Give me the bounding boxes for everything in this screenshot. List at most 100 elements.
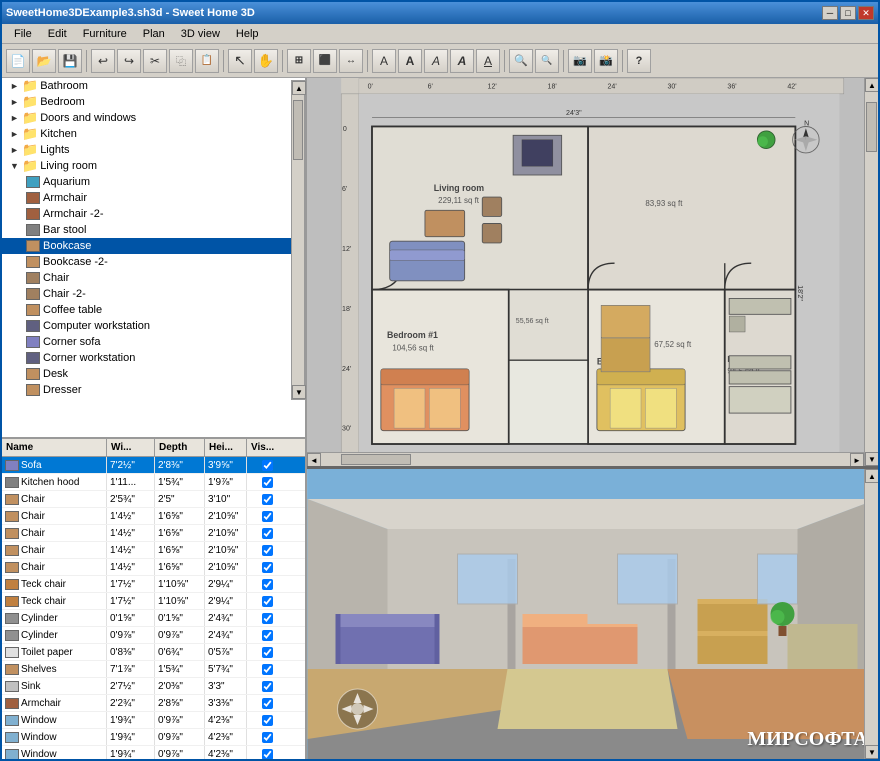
menu-help[interactable]: Help [228,26,267,42]
tree-item-desk[interactable]: Desk [2,366,305,382]
hscroll-right[interactable]: ► [850,453,864,467]
list-row[interactable]: Chair 1'4½" 1'6⅝" 2'10⅝" [2,542,305,559]
floorplan-hscrollbar[interactable]: ◄ ► [307,452,864,466]
visibility-checkbox[interactable] [262,511,273,522]
tree-scroll-thumb[interactable] [293,100,303,160]
pan-tool[interactable]: ✋ [254,49,278,73]
list-row[interactable]: Armchair 2'2¾" 2'8⅝" 3'3⅜" [2,695,305,712]
room-tool[interactable]: ⬛ [313,49,337,73]
list-row[interactable]: Shelves 7'1⅞" 1'5¾" 5'7¾" [2,661,305,678]
tree-item-chair[interactable]: Chair [2,270,305,286]
list-row[interactable]: Toilet paper 0'8⅜" 0'6¾" 0'5⅞" [2,644,305,661]
cell-visible[interactable] [247,610,287,626]
tree-item-cornersofa[interactable]: Corner sofa [2,334,305,350]
v3d-scroll-down[interactable]: ▼ [865,745,878,759]
floorplan-vscrollbar[interactable]: ▲ ▼ [864,78,878,466]
tree-item-bookcase[interactable]: Bookcase [2,238,305,254]
save-button[interactable]: 💾 [58,49,82,73]
help-button[interactable]: ? [627,49,651,73]
text-italic[interactable]: A [424,49,448,73]
hscroll-thumb[interactable] [341,454,411,465]
tree-item-bathroom[interactable]: ►📁Bathroom [2,78,305,94]
minimize-button[interactable]: ─ [822,6,838,20]
cell-visible[interactable] [247,712,287,728]
cell-visible[interactable] [247,474,287,490]
close-button[interactable]: ✕ [858,6,874,20]
list-body[interactable]: Sofa 7'2½" 2'8⅜" 3'9⅝" Kitchen hood 1'11… [2,457,305,759]
vscroll-down[interactable]: ▼ [865,452,878,466]
camera2-button[interactable]: 📸 [594,49,618,73]
vscroll-up[interactable]: ▲ [865,78,878,92]
tree-item-bookcase2[interactable]: Bookcase -2- [2,254,305,270]
tree-scroll-up[interactable]: ▲ [292,81,306,95]
visibility-checkbox[interactable] [262,681,273,692]
hscroll-left[interactable]: ◄ [307,453,321,467]
list-row[interactable]: Cylinder 0'1⅝" 0'1⅝" 2'4¾" [2,610,305,627]
maximize-button[interactable]: □ [840,6,856,20]
tree-item-lights[interactable]: ►📁Lights [2,142,305,158]
list-row[interactable]: Teck chair 1'7½" 1'10⅝" 2'9¼" [2,593,305,610]
tree-item-livingroom[interactable]: ▼📁Living room [2,158,305,174]
cut-button[interactable]: ✂ [143,49,167,73]
visibility-checkbox[interactable] [262,477,273,488]
cell-visible[interactable] [247,542,287,558]
col-depth[interactable]: Depth [155,439,205,456]
paste-button[interactable]: 📋 [195,49,219,73]
tree-scroll-down[interactable]: ▼ [292,385,306,399]
visibility-checkbox[interactable] [262,715,273,726]
zoom-out-button[interactable]: 🔍 [535,49,559,73]
furniture-tree[interactable]: ►📁Bathroom►📁Bedroom►📁Doors and windows►📁… [2,78,305,439]
visibility-checkbox[interactable] [262,732,273,743]
col-name[interactable]: Name [2,439,107,456]
visibility-checkbox[interactable] [262,562,273,573]
list-row[interactable]: Teck chair 1'7½" 1'10⅝" 2'9¼" [2,576,305,593]
list-row[interactable]: Cylinder 0'9⅞" 0'9⅞" 2'4¾" [2,627,305,644]
text-bold-italic[interactable]: A [450,49,474,73]
menu-3dview[interactable]: 3D view [173,26,228,42]
tree-item-cornerworkstation[interactable]: Corner workstation [2,350,305,366]
redo-button[interactable]: ↪ [117,49,141,73]
visibility-checkbox[interactable] [262,698,273,709]
visibility-checkbox[interactable] [262,528,273,539]
select-tool[interactable]: ↖ [228,49,252,73]
cell-visible[interactable] [247,491,287,507]
dimension-tool[interactable]: ↔ [339,49,363,73]
cell-visible[interactable] [247,559,287,575]
list-row[interactable]: Chair 1'4½" 1'6⅝" 2'10⅝" [2,559,305,576]
cell-visible[interactable] [247,508,287,524]
text-bold[interactable]: A [398,49,422,73]
zoom-in-button[interactable]: 🔍 [509,49,533,73]
cell-visible[interactable] [247,695,287,711]
col-height[interactable]: Hei... [205,439,247,456]
tree-item-coffeetable[interactable]: Coffee table [2,302,305,318]
tree-vscrollbar[interactable]: ▲ ▼ [291,80,305,400]
text-underline[interactable]: A [476,49,500,73]
undo-button[interactable]: ↩ [91,49,115,73]
cell-visible[interactable] [247,593,287,609]
cell-visible[interactable] [247,661,287,677]
menu-file[interactable]: File [6,26,40,42]
v3d-scroll-up[interactable]: ▲ [865,469,878,483]
cell-visible[interactable] [247,525,287,541]
visibility-checkbox[interactable] [262,579,273,590]
cell-visible[interactable] [247,644,287,660]
tree-item-dresser[interactable]: Dresser [2,382,305,398]
visibility-checkbox[interactable] [262,545,273,556]
visibility-checkbox[interactable] [262,647,273,658]
tree-item-armchair2[interactable]: Armchair -2- [2,206,305,222]
tree-item-aquarium[interactable]: Aquarium [2,174,305,190]
menu-furniture[interactable]: Furniture [75,26,135,42]
cell-visible[interactable] [247,678,287,694]
list-row[interactable]: Sofa 7'2½" 2'8⅜" 3'9⅝" [2,457,305,474]
cell-visible[interactable] [247,627,287,643]
vscroll-thumb[interactable] [866,102,877,152]
visibility-checkbox[interactable] [262,664,273,675]
tree-item-kitchen[interactable]: ►📁Kitchen [2,126,305,142]
col-width[interactable]: Wi... [107,439,155,456]
list-row[interactable]: Chair 1'4½" 1'6⅝" 2'10⅝" [2,525,305,542]
view-3d[interactable]: МИРСОФТА ▲ ▼ [307,469,878,759]
text-normal[interactable]: A [372,49,396,73]
list-row[interactable]: Sink 2'7½" 2'0⅜" 3'3" [2,678,305,695]
visibility-checkbox[interactable] [262,494,273,505]
list-row[interactable]: Window 1'9¾" 0'9⅞" 4'2⅜" [2,729,305,746]
